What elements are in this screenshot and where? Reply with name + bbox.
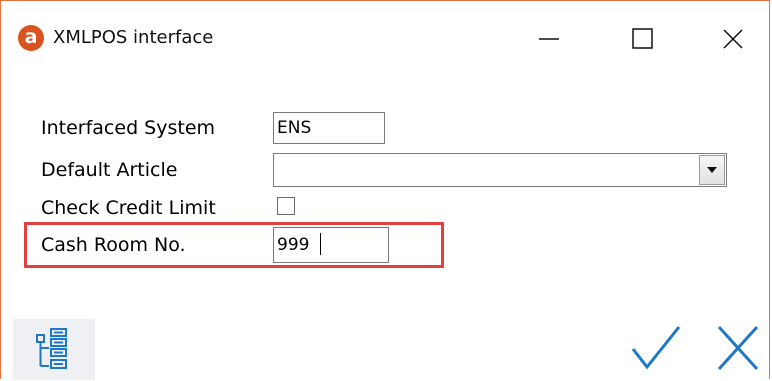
app-logo-icon: a: [18, 25, 44, 51]
text-caret: [320, 233, 321, 255]
cash-room-no-label: Cash Room No.: [41, 234, 186, 256]
check-credit-limit-checkbox[interactable]: [277, 197, 295, 215]
interfaced-system-input[interactable]: [273, 112, 385, 144]
dropdown-button[interactable]: [699, 155, 725, 185]
default-article-select[interactable]: [273, 153, 727, 187]
check-credit-limit-label: Check Credit Limit: [41, 197, 216, 219]
tree-view-icon: [36, 328, 67, 369]
default-article-label: Default Article: [41, 159, 178, 181]
dialog-window: a XMLPOS interface Interfaced System Def…: [0, 0, 771, 380]
x-icon: [717, 325, 759, 371]
minimize-icon: [539, 38, 559, 40]
chevron-down-icon: [707, 167, 717, 173]
cancel-button[interactable]: [709, 319, 765, 375]
checkmark-icon: [631, 326, 681, 370]
ok-button[interactable]: [627, 319, 685, 375]
close-button[interactable]: [713, 19, 753, 59]
maximize-icon: [632, 28, 653, 49]
close-icon: [723, 29, 743, 49]
interfaced-system-label: Interfaced System: [41, 117, 216, 139]
minimize-button[interactable]: [529, 19, 569, 59]
maximize-button[interactable]: [623, 19, 663, 59]
cash-room-no-input[interactable]: [273, 227, 389, 263]
tree-view-button[interactable]: [13, 319, 95, 380]
title-bar[interactable]: a XMLPOS interface: [1, 1, 771, 79]
window-title: XMLPOS interface: [53, 27, 214, 48]
